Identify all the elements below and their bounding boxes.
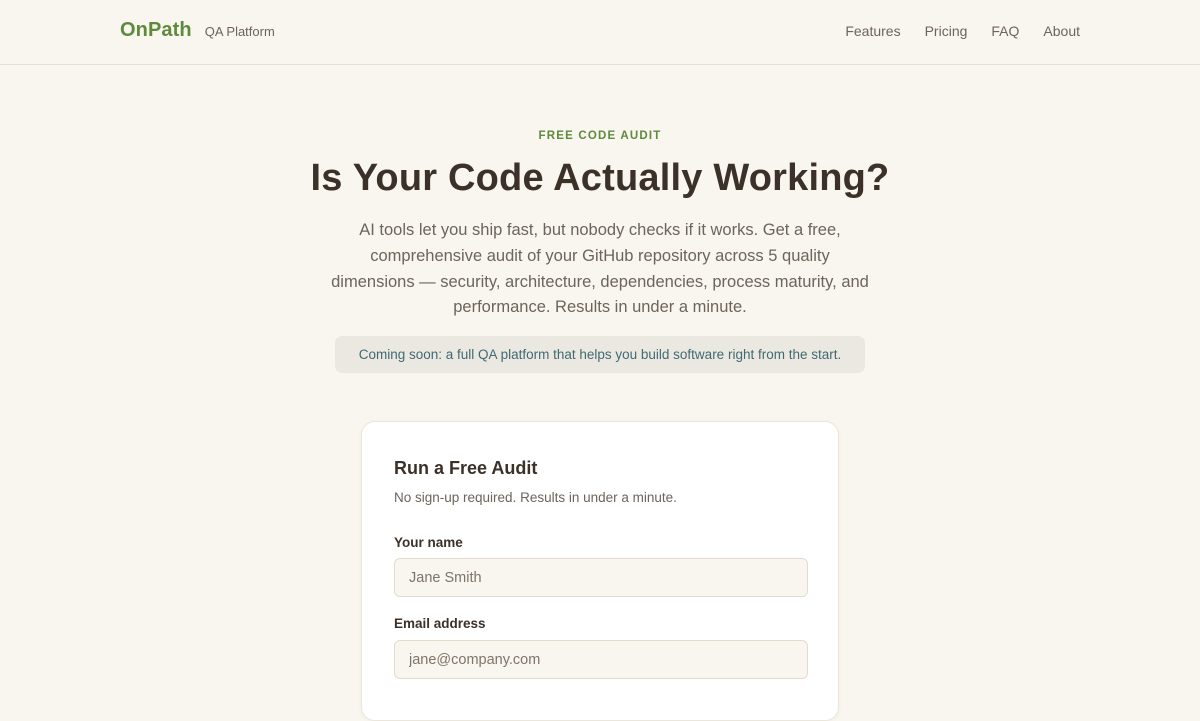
site-header: OnPath QA Platform Features Pricing FAQ … (0, 0, 1200, 65)
hero-description: AI tools let you ship fast, but nobody c… (331, 221, 869, 317)
name-input[interactable] (394, 558, 808, 597)
form-title: Run a Free Audit (394, 458, 538, 478)
logo[interactable]: OnPath (120, 19, 192, 42)
brand-tagline: QA Platform (204, 24, 275, 39)
nav-link-faq[interactable]: FAQ (991, 23, 1019, 39)
name-label: Your name (394, 535, 463, 550)
nav-link-pricing[interactable]: Pricing (925, 23, 968, 39)
email-label: Email address (394, 616, 486, 631)
main-nav: Features Pricing FAQ About (845, 23, 1080, 39)
form-subtitle: No sign-up required. Results in under a … (394, 490, 677, 505)
nav-link-features[interactable]: Features (845, 23, 900, 39)
brand: OnPath QA Platform (120, 19, 275, 42)
hero-headline: Is Your Code Actually Working? (310, 157, 890, 199)
email-input[interactable] (394, 640, 808, 679)
nav-link-about[interactable]: About (1043, 23, 1080, 39)
audit-form-card: Run a Free Audit No sign-up required. Re… (361, 421, 839, 721)
coming-soon-notice: Coming soon: a full QA platform that hel… (335, 336, 865, 373)
hero-eyebrow: FREE CODE AUDIT (538, 130, 662, 142)
